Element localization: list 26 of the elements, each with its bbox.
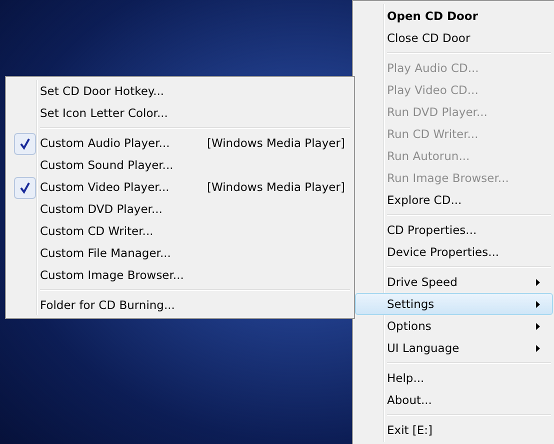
menu-item[interactable]: Custom Video Player... [Windows Media Player] <box>8 176 352 198</box>
menu-item[interactable]: Custom Image Browser... <box>8 264 352 286</box>
menu-item[interactable]: Drive Speed <box>355 271 553 293</box>
menu-item[interactable]: Close CD Door <box>355 27 553 49</box>
menu-item[interactable]: Open CD Door <box>355 5 553 27</box>
menu-item[interactable]: Custom File Manager... <box>8 242 352 264</box>
menu-item[interactable]: About... <box>355 389 553 411</box>
menu-item[interactable]: Custom DVD Player... <box>8 198 352 220</box>
menu-item[interactable]: Set Icon Letter Color... <box>8 102 352 124</box>
menu-item[interactable]: UI Language <box>355 337 553 359</box>
submenu-arrow-icon <box>536 300 540 308</box>
menu-item[interactable]: CD Properties... <box>355 219 553 241</box>
menu-item[interactable]: Options <box>355 315 553 337</box>
menu-item[interactable]: Folder for CD Burning... <box>8 294 352 316</box>
menu-item[interactable]: Help... <box>355 367 553 389</box>
menu-item[interactable]: Device Properties... <box>355 241 553 263</box>
menu-item[interactable]: Custom Sound Player... <box>8 154 352 176</box>
menu-item[interactable]: Set CD Door Hotkey... <box>8 80 352 102</box>
menu-item[interactable]: Exit [E:] <box>355 419 553 441</box>
submenu-arrow-icon <box>536 278 540 286</box>
menu-item[interactable]: Custom CD Writer... <box>8 220 352 242</box>
submenu-arrow-icon <box>536 344 540 352</box>
menu-item[interactable]: Explore CD... <box>355 189 553 211</box>
menu-item[interactable]: Settings <box>355 293 553 315</box>
menu-item[interactable]: Custom Audio Player... [Windows Media Player] <box>8 132 352 154</box>
submenu-arrow-icon <box>536 322 540 330</box>
